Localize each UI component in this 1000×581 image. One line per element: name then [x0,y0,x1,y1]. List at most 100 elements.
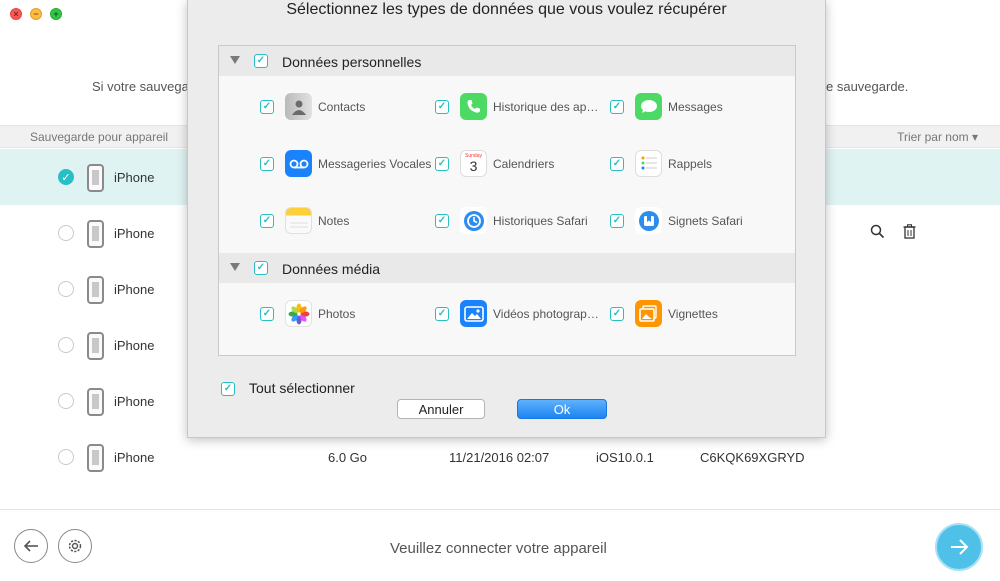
label-safari-bookmarks: Signets Safari [668,214,743,228]
row-radio-checked[interactable]: ✓ [58,169,74,185]
item-reminders[interactable]: ✓ Rappels [610,150,785,180]
phone-icon [460,93,487,120]
checkbox-calendars[interactable]: ✓ [435,157,449,171]
item-notes[interactable]: ✓ Notes [260,207,435,237]
row-radio[interactable] [58,281,74,297]
section-media-header[interactable]: ✓ Données média [219,253,795,283]
checkbox-messages[interactable]: ✓ [610,100,624,114]
serial-number: C6KQK69XGRYD [700,450,805,465]
item-photos[interactable]: ✓ Photos [260,300,435,330]
back-button[interactable] [14,529,48,563]
label-notes: Notes [318,214,350,228]
label-messages: Messages [668,100,723,114]
item-call-history[interactable]: ✓ Historique des ap… [435,93,610,123]
reminders-icon [635,150,662,177]
iphone-icon [87,388,104,416]
calendar-icon: Sunday 3 [460,150,487,177]
device-name: iPhone [114,170,155,185]
label-photos: Photos [318,307,356,321]
row-radio[interactable] [58,393,74,409]
ok-button[interactable]: Ok [517,399,607,419]
row-radio[interactable] [58,337,74,353]
iphone-icon [87,276,104,304]
checkbox-contacts[interactable]: ✓ [260,100,274,114]
bottom-bar: Veuillez connecter votre appareil [0,509,1000,581]
device-name: iPhone [114,394,155,409]
iphone-icon [87,164,104,192]
data-type-dialog: Sélectionnez les types de données que vo… [187,0,826,438]
settings-button[interactable] [58,529,92,563]
connection-status: Veuillez connecter votre appareil [390,540,607,557]
window-controls: × − + [10,8,62,20]
ios-version: iOS10.0.1 [596,450,654,465]
item-contacts[interactable]: ✓ Contacts [260,93,435,123]
back-arrow-icon [23,540,38,552]
label-voicemail: Messageries Vocales [318,157,432,171]
iphone-icon [87,220,104,248]
voicemail-icon [285,150,312,177]
checkbox-photo-videos[interactable]: ✓ [435,307,449,321]
safari-history-icon [460,207,487,234]
checkbox-select-all[interactable]: ✓ [221,382,235,396]
checkbox-safari-history[interactable]: ✓ [435,214,449,228]
list-header-title: Sauvegarde pour appareil [30,130,169,144]
label-calendars: Calendriers [493,157,555,171]
device-name: iPhone [114,226,155,241]
item-messages[interactable]: ✓ Messages [610,93,785,123]
close-window-button[interactable]: × [10,8,22,20]
checkbox-photos[interactable]: ✓ [260,307,274,321]
checkbox-safari-bookmarks[interactable]: ✓ [610,214,624,228]
dialog-title: Sélectionnez les types de données que vo… [286,1,727,18]
section-personal-title: Données personnelles [282,54,422,70]
info-text-right: e sauvegarde. [826,79,909,94]
iphone-icon [87,332,104,360]
checkbox-personal[interactable]: ✓ [254,54,268,68]
trash-icon[interactable] [903,224,916,244]
label-thumbnails: Vignettes [668,307,718,321]
item-photo-videos[interactable]: ✓ Vidéos photograp… [435,300,610,330]
item-safari-bookmarks[interactable]: ✓ Signets Safari [610,207,785,237]
calendar-day: 3 [469,158,478,174]
messages-icon [635,93,662,120]
device-name: iPhone [114,450,155,465]
item-safari-history[interactable]: ✓ Historiques Safari [435,207,610,237]
section-media-title: Données média [282,261,381,277]
row-radio[interactable] [58,449,74,465]
next-button[interactable] [935,523,983,571]
bookmark-icon [635,207,662,234]
checkbox-reminders[interactable]: ✓ [610,157,624,171]
data-types-panel: ✓ Données personnelles ✓ Contacts ✓ Hist… [218,45,796,356]
search-icon[interactable] [870,224,885,244]
label-contacts: Contacts [318,100,366,114]
label-photo-videos: Vidéos photograp… [493,307,599,321]
iphone-icon [87,444,104,472]
item-voicemail[interactable]: ✓ Messageries Vocales [260,150,435,180]
zoom-window-button[interactable]: + [50,8,62,20]
label-select-all: Tout sélectionner [249,380,355,396]
label-safari-history: Historiques Safari [493,214,588,228]
checkbox-voicemail[interactable]: ✓ [260,157,274,171]
photo-video-icon [460,300,487,327]
section-personal-header[interactable]: ✓ Données personnelles [219,46,795,76]
contacts-icon [285,93,312,120]
item-thumbnails[interactable]: ✓ Vignettes [610,300,785,330]
sort-by-name-dropdown[interactable]: Trier par nom ▾ [897,130,978,144]
item-calendars[interactable]: ✓ Sunday 3 Calendriers [435,150,610,180]
cancel-button[interactable]: Annuler [397,399,485,419]
gear-icon [68,539,82,553]
collapse-triangle-icon[interactable] [230,56,240,64]
minimize-window-button[interactable]: − [30,8,42,20]
backup-date: 11/21/2016 02:07 [449,450,550,465]
device-name: iPhone [114,282,155,297]
label-call-history: Historique des ap… [493,100,599,114]
checkbox-media[interactable]: ✓ [254,261,268,275]
photos-icon [285,300,312,327]
thumbnails-icon [635,300,662,327]
checkbox-call-history[interactable]: ✓ [435,100,449,114]
collapse-triangle-icon[interactable] [230,263,240,271]
checkbox-thumbnails[interactable]: ✓ [610,307,624,321]
row-radio[interactable] [58,225,74,241]
backup-size: 6.0 Go [328,450,368,465]
row-actions [870,224,916,244]
checkbox-notes[interactable]: ✓ [260,214,274,228]
